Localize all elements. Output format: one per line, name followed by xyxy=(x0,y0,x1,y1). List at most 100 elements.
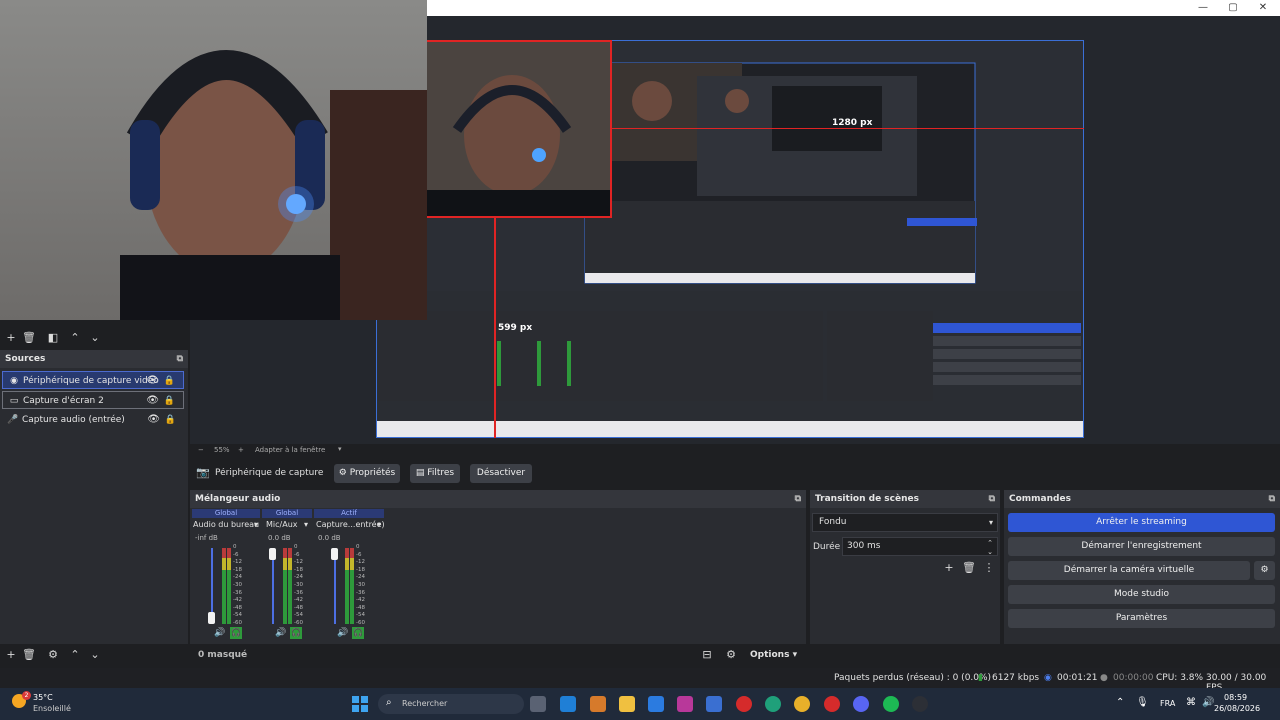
source-item[interactable]: 🎤 Capture audio (entrée) 👁 🔒 xyxy=(2,411,184,429)
filter-scene-icon[interactable]: ◧ xyxy=(46,331,60,345)
opera-gx-icon[interactable] xyxy=(824,696,840,712)
commands-header: Commandes ⧉ xyxy=(1004,490,1280,508)
opera-icon[interactable] xyxy=(736,696,752,712)
deactivate-button[interactable]: Désactiver xyxy=(470,464,532,483)
eye-icon[interactable]: 👁 xyxy=(147,411,160,429)
chrome-icon[interactable] xyxy=(794,696,810,712)
remove-scene-icon[interactable]: 🗑 xyxy=(22,331,36,345)
remove-source-icon[interactable]: 🗑 xyxy=(22,648,36,662)
volume-fader-knob[interactable] xyxy=(269,548,276,560)
start-virtual-camera-button[interactable]: Démarrer la caméra virtuelle xyxy=(1008,561,1250,580)
undock-icon[interactable]: ⧉ xyxy=(989,490,995,508)
clock-date[interactable]: 26/08/2026 xyxy=(1214,704,1260,713)
chevron-down-icon[interactable]: ▾ xyxy=(304,520,308,529)
app-icon[interactable] xyxy=(677,696,693,712)
volume-fader-knob[interactable] xyxy=(208,612,215,624)
volume-icon[interactable]: 🔊 xyxy=(1202,697,1214,708)
settings-button[interactable]: Paramètres xyxy=(1008,609,1275,628)
undock-icon[interactable]: ⧉ xyxy=(1269,490,1275,508)
chevron-up-icon[interactable]: ⌃ xyxy=(1116,697,1124,708)
volume-fader-knob[interactable] xyxy=(331,548,338,560)
file-explorer-icon[interactable] xyxy=(619,696,635,712)
properties-button[interactable]: ⚙ Propriétés xyxy=(334,464,400,483)
audio-meter xyxy=(222,548,226,558)
app-icon[interactable] xyxy=(560,696,576,712)
source-item-label: Capture audio (entrée) xyxy=(22,415,125,425)
monitor-icon: ▭ xyxy=(9,396,19,406)
source-item[interactable]: ◉ Périphérique de capture vidéo 👁 🔒 xyxy=(2,371,184,389)
headphones-icon[interactable]: 🎧 xyxy=(290,627,302,639)
eye-icon[interactable]: 👁 xyxy=(146,372,159,390)
speaker-icon[interactable]: 🔊 xyxy=(214,628,225,638)
speaker-icon[interactable]: 🔊 xyxy=(337,628,348,638)
clock-time[interactable]: 08:59 xyxy=(1224,693,1247,702)
move-down-icon[interactable]: ⌄ xyxy=(88,648,102,662)
advanced-audio-icon[interactable]: ⚙ xyxy=(724,648,738,662)
add-transition-icon[interactable]: + xyxy=(942,561,956,575)
mixer-options-button[interactable]: Options ▾ xyxy=(750,650,797,660)
add-source-icon[interactable]: + xyxy=(4,648,18,662)
obs-icon[interactable] xyxy=(912,696,928,712)
windows-start-icon[interactable] xyxy=(352,696,368,712)
minimize-button[interactable]: — xyxy=(1188,1,1218,15)
webcam-overlay-image xyxy=(0,0,427,320)
zoom-out-button[interactable]: − xyxy=(198,446,204,454)
store-icon[interactable] xyxy=(706,696,722,712)
zoom-in-button[interactable]: + xyxy=(238,446,244,454)
lock-icon[interactable]: 🔒 xyxy=(164,392,175,410)
headphones-icon[interactable]: 🎧 xyxy=(230,627,242,639)
microphone-icon[interactable]: 🎙 xyxy=(1136,697,1149,708)
webcam-source-preview[interactable] xyxy=(427,40,612,218)
language-indicator[interactable]: FRA xyxy=(1160,699,1175,708)
discord-icon[interactable] xyxy=(853,696,869,712)
taskbar-search[interactable]: ⌕ Rechercher xyxy=(378,694,524,714)
more-options-icon[interactable]: ⋮ xyxy=(982,561,996,575)
fit-dropdown-chevron-icon[interactable]: ▾ xyxy=(338,445,342,453)
transition-select[interactable]: Fondu ▾ xyxy=(812,513,998,532)
fit-to-window-button[interactable]: Adapter à la fenêtre xyxy=(255,446,325,454)
lock-icon[interactable]: 🔒 xyxy=(164,372,175,390)
source-settings-icon[interactable]: ⚙ xyxy=(46,648,60,662)
meter-tick-label: -24 xyxy=(294,574,303,581)
chevron-down-icon[interactable]: ▾ xyxy=(254,520,258,529)
speaker-icon[interactable]: 🔊 xyxy=(275,628,286,638)
copilot-icon[interactable] xyxy=(590,696,606,712)
channel-name[interactable]: Audio du bureau xyxy=(193,520,259,529)
headphones-icon[interactable]: 🎧 xyxy=(352,627,364,639)
duration-field[interactable]: 300 ms ⌃ ⌄ xyxy=(842,537,998,556)
add-scene-icon[interactable]: + xyxy=(4,331,18,345)
hidden-count: 0 masqué xyxy=(198,650,248,660)
close-button[interactable]: ✕ xyxy=(1248,1,1278,15)
spotify-icon[interactable] xyxy=(883,696,899,712)
move-down-icon[interactable]: ⌄ xyxy=(88,331,102,345)
undock-icon[interactable]: ⧉ xyxy=(177,350,183,368)
stop-streaming-button[interactable]: Arrêter le streaming xyxy=(1008,513,1275,532)
start-recording-button[interactable]: Démarrer l'enregistrement xyxy=(1008,537,1275,556)
record-time: 00:00:00 xyxy=(1113,673,1154,683)
source-item[interactable]: ▭ Capture d'écran 2 👁 🔒 xyxy=(2,391,184,409)
channel-name[interactable]: Mic/Aux xyxy=(266,520,298,529)
virtual-camera-settings-button[interactable]: ⚙ xyxy=(1254,561,1275,580)
meter-tick-label: -12 xyxy=(356,559,365,566)
stepper-down-icon[interactable]: ⌄ xyxy=(987,544,993,561)
lock-icon[interactable]: 🔒 xyxy=(165,411,176,429)
layout-icon[interactable]: ⊟ xyxy=(700,648,714,662)
streaming-icon: ◉ xyxy=(1044,673,1052,683)
studio-mode-button[interactable]: Mode studio xyxy=(1008,585,1275,604)
edge-icon[interactable] xyxy=(765,696,781,712)
channel-name[interactable]: Capture...entrée) xyxy=(316,520,385,529)
task-view-icon[interactable] xyxy=(530,696,546,712)
move-up-icon[interactable]: ⌃ xyxy=(68,331,82,345)
move-up-icon[interactable]: ⌃ xyxy=(68,648,82,662)
record-icon: ● xyxy=(1100,673,1108,683)
transition-selected: Fondu xyxy=(819,517,847,527)
eye-icon[interactable]: 👁 xyxy=(146,392,159,410)
filters-button[interactable]: ▤ Filtres xyxy=(410,464,460,483)
mail-icon[interactable] xyxy=(648,696,664,712)
network-icon[interactable]: ⌘ xyxy=(1186,697,1196,708)
undock-icon[interactable]: ⧉ xyxy=(795,490,801,508)
chevron-down-icon[interactable]: ▾ xyxy=(377,520,381,529)
remove-transition-icon[interactable]: 🗑 xyxy=(962,561,976,575)
maximize-button[interactable]: ▢ xyxy=(1218,1,1248,15)
gear-icon: ⚙ xyxy=(1260,565,1269,575)
